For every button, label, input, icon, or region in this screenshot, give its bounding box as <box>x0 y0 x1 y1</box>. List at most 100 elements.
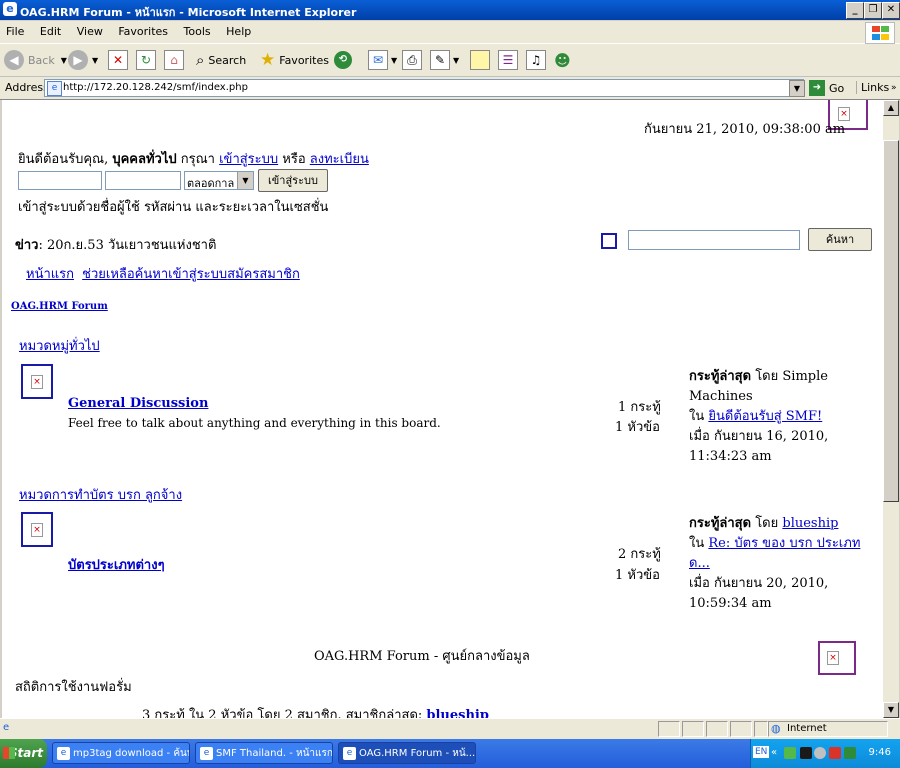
tray-app-icon[interactable] <box>800 747 812 759</box>
task-label: OAG.HRM Forum - หน้... <box>359 748 476 759</box>
taskbar-item-mp3tag[interactable]: e mp3tag download - ค้นห... <box>52 742 190 764</box>
login-button[interactable]: เข้าสู่ระบบ <box>258 169 328 192</box>
breadcrumb[interactable]: OAG.HRM Forum <box>11 301 108 312</box>
search-button[interactable]: ⌕ Search <box>196 49 246 71</box>
chevron-down-icon[interactable]: ▼ <box>391 56 397 65</box>
board-topic-count: 1 หัวข้อ <box>615 568 660 583</box>
stop-button[interactable]: ✕ <box>108 49 128 71</box>
search-submit-button[interactable]: ค้นหา <box>808 228 872 251</box>
taskbar-item-oag-forum[interactable]: e OAG.HRM Forum - หน้... <box>338 742 476 764</box>
menu-view[interactable]: View <box>77 25 103 38</box>
forward-arrow-icon: ▶ <box>68 50 88 70</box>
chevron-down-icon[interactable]: ▼ <box>92 56 98 65</box>
board-title-link[interactable]: บัตรประเภทต่างๆ <box>68 554 165 575</box>
when-label: เมื่อ <box>689 576 714 591</box>
menu-tools[interactable]: Tools <box>184 25 211 38</box>
close-button[interactable]: ✕ <box>882 2 900 19</box>
links-chevron-icon[interactable]: » <box>891 83 897 93</box>
refresh-button[interactable]: ↻ <box>136 49 156 71</box>
in-label: ใน <box>689 409 709 424</box>
home-icon: ⌂ <box>164 50 184 70</box>
ie-icon: e <box>343 747 356 760</box>
scroll-down-button[interactable]: ▼ <box>883 702 899 718</box>
address-bar: Address e http://172.20.128.242/smf/inde… <box>0 77 900 100</box>
board-title-link[interactable]: General Discussion <box>68 396 208 411</box>
status-cell <box>658 721 680 737</box>
page-status-icon: e <box>3 722 10 733</box>
taskbar-item-smf-thailand[interactable]: e SMF Thailand. - หน้าแรก ... <box>195 742 333 764</box>
last-post-user-link[interactable]: blueship <box>782 516 838 531</box>
favorites-button[interactable]: ★ Favorites <box>260 49 329 71</box>
nav-register[interactable]: สมัครสมาชิก <box>227 267 300 282</box>
password-input[interactable] <box>105 171 181 190</box>
last-post-topic-link[interactable]: Re: บัตร ของ บรก ประเภท <box>708 536 860 551</box>
latest-member-link[interactable]: blueship <box>426 708 489 718</box>
start-button[interactable]: Start <box>0 739 47 768</box>
board-description: Feel free to talk about anything and eve… <box>68 416 441 430</box>
session-length-value: ตลอดกาล <box>187 177 235 190</box>
last-post-label: กระทู้ล่าสุด <box>689 516 752 531</box>
chevron-down-icon[interactable]: ▼ <box>61 56 67 65</box>
speaker-icon[interactable] <box>814 747 826 759</box>
restore-button[interactable]: ❐ <box>864 2 882 19</box>
chevron-down-icon: ▼ <box>237 172 253 189</box>
back-button[interactable]: ◀ Back ▼ <box>4 49 67 71</box>
current-datetime: กันยายน 21, 2010, 09:38:00 am <box>644 122 846 137</box>
messenger-icon: ☻ <box>554 50 571 70</box>
status-bar: e ◍ Internet <box>0 718 900 739</box>
note-icon <box>470 50 490 70</box>
minimize-button[interactable]: _ <box>846 2 864 19</box>
research-button[interactable]: ☰ <box>498 49 518 71</box>
nav-login[interactable]: เข้าสู่ระบบ <box>168 267 227 282</box>
board-post-count: 2 กระทู้ <box>618 547 661 562</box>
chevron-down-icon[interactable]: ▼ <box>453 56 459 65</box>
menu-file[interactable]: File <box>6 25 24 38</box>
tray-expand-icon[interactable]: « <box>771 747 777 758</box>
nav-help[interactable]: ช่วยเหลือ <box>82 267 135 282</box>
links-button[interactable]: Links <box>856 81 889 94</box>
category-link[interactable]: หมวดการทำบัตร บรก ลูกจ้าง <box>19 484 182 505</box>
vertical-scrollbar[interactable]: ▲ ▼ <box>883 100 899 718</box>
register-link[interactable]: ลงทะเบียน <box>310 152 369 167</box>
in-label: ใน <box>689 536 709 551</box>
search-input[interactable] <box>628 230 800 250</box>
shield-icon[interactable] <box>829 747 841 759</box>
status-cell <box>682 721 704 737</box>
menu-favorites[interactable]: Favorites <box>118 25 168 38</box>
category-link[interactable]: หมวดหมู่ทั่วไป <box>19 335 100 356</box>
tray-app-icon[interactable] <box>844 747 856 759</box>
messenger-button[interactable]: ☻ <box>554 49 571 71</box>
search-image-icon <box>601 233 617 249</box>
broken-image-icon: × <box>818 641 856 675</box>
last-post-info: กระทู้ล่าสุด โดย Simple Machines ใน ยินด… <box>689 367 849 467</box>
address-input[interactable]: e http://172.20.128.242/smf/index.php <box>44 79 804 97</box>
menu-edit[interactable]: Edit <box>40 25 61 38</box>
discuss-button[interactable] <box>470 49 490 71</box>
language-indicator[interactable]: EN <box>753 746 770 758</box>
last-post-time: 10:59:34 am <box>689 596 772 611</box>
login-link[interactable]: เข้าสู่ระบบ <box>219 152 278 167</box>
menu-help[interactable]: Help <box>226 25 251 38</box>
print-button[interactable]: ⎙ <box>402 49 422 71</box>
address-dropdown-button[interactable]: ▼ <box>789 80 805 97</box>
scroll-up-button[interactable]: ▲ <box>883 100 899 116</box>
username-input[interactable] <box>18 171 102 190</box>
system-tray: EN « 9:46 <box>750 739 900 768</box>
window-title-bar[interactable]: e OAG.HRM Forum - หน้าแรก - Microsoft In… <box>0 0 900 20</box>
footer-title: OAG.HRM Forum - ศูนย์กลางข้อมูล <box>314 649 530 664</box>
history-button[interactable]: ⟲ <box>334 49 352 71</box>
session-length-select[interactable]: ตลอดกาล ▼ <box>184 171 254 190</box>
forward-button[interactable]: ▶ ▼ <box>68 49 98 71</box>
media-button[interactable]: ♫ <box>526 49 546 71</box>
nav-home[interactable]: หน้าแรก <box>26 267 74 282</box>
go-button[interactable]: ➜ Go <box>809 80 844 96</box>
last-post-topic-link-cont[interactable]: ด... <box>689 556 710 571</box>
nav-search[interactable]: ค้นหา <box>135 267 168 282</box>
tray-app-icon[interactable] <box>784 747 796 759</box>
edit-button[interactable]: ✎ ▼ <box>430 49 459 71</box>
scroll-thumb[interactable] <box>883 140 899 502</box>
mail-button[interactable]: ✉ ▼ <box>368 49 397 71</box>
last-post-topic-link[interactable]: ยินดีต้อนรับสู่ SMF! <box>708 409 822 424</box>
back-label: Back <box>28 53 55 67</box>
home-button[interactable]: ⌂ <box>164 49 184 71</box>
